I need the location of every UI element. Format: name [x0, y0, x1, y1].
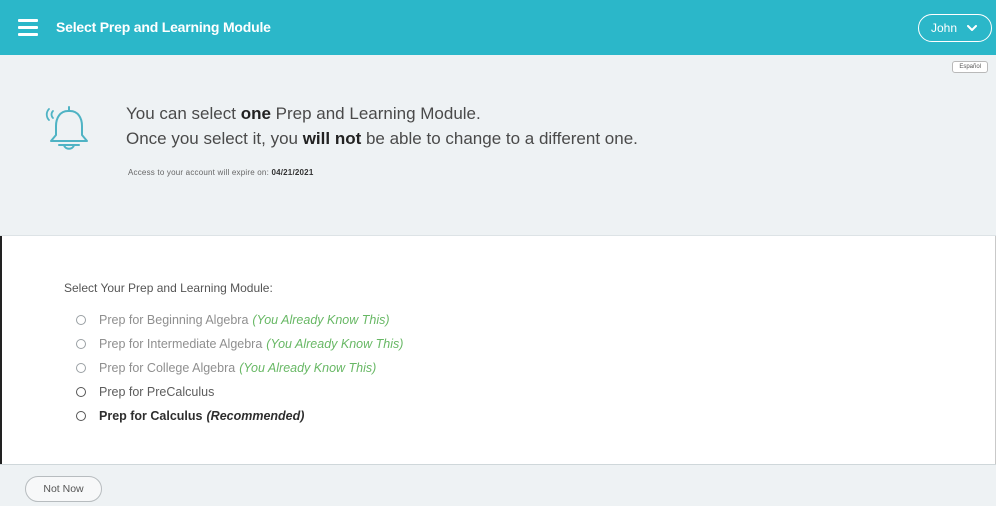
selection-notice-line-1: You can select one Prep and Learning Mod… — [126, 104, 481, 123]
not-now-button[interactable]: Not Now — [25, 476, 102, 502]
already-known-tag: (You Already Know This) — [239, 361, 377, 375]
radio-button[interactable] — [76, 411, 86, 421]
module-option-precalculus[interactable]: Prep for PreCalculus — [76, 380, 403, 404]
language-toggle-button[interactable]: Español — [952, 61, 988, 73]
radio-button[interactable] — [76, 387, 86, 397]
user-name: John — [931, 21, 958, 35]
module-option-beginning-algebra[interactable]: Prep for Beginning Algebra (You Already … — [76, 308, 403, 332]
module-select-heading: Select Your Prep and Learning Module: — [64, 281, 273, 295]
user-menu-button[interactable]: John — [918, 14, 992, 42]
already-known-tag: (You Already Know This) — [266, 337, 404, 351]
radio-button[interactable] — [76, 315, 86, 325]
already-known-tag: (You Already Know This) — [252, 313, 390, 327]
bell-ringing-icon — [40, 98, 100, 158]
module-option-calculus[interactable]: Prep for Calculus (Recommended) — [76, 404, 403, 428]
radio-button[interactable] — [76, 363, 86, 373]
module-radio-group: Prep for Beginning Algebra (You Already … — [76, 308, 403, 428]
expiry-date: 04/21/2021 — [271, 168, 314, 177]
hamburger-menu-icon[interactable] — [18, 19, 38, 37]
top-navigation-bar: Select Prep and Learning Module John — [0, 0, 996, 55]
chevron-down-icon — [967, 21, 978, 35]
recommended-tag: (Recommended) — [206, 409, 305, 423]
page-title: Select Prep and Learning Module — [56, 19, 271, 35]
account-expiry-text: Access to your account will expire on: 0… — [128, 168, 314, 177]
info-banner: Español You can select one Prep and Lear… — [0, 55, 996, 236]
footer-bar: Not Now — [0, 464, 996, 506]
selection-notice-line-2: Once you select it, you will not be able… — [126, 129, 638, 148]
radio-button[interactable] — [76, 339, 86, 349]
module-option-college-algebra[interactable]: Prep for College Algebra (You Already Kn… — [76, 356, 403, 380]
module-option-intermediate-algebra[interactable]: Prep for Intermediate Algebra (You Alrea… — [76, 332, 403, 356]
